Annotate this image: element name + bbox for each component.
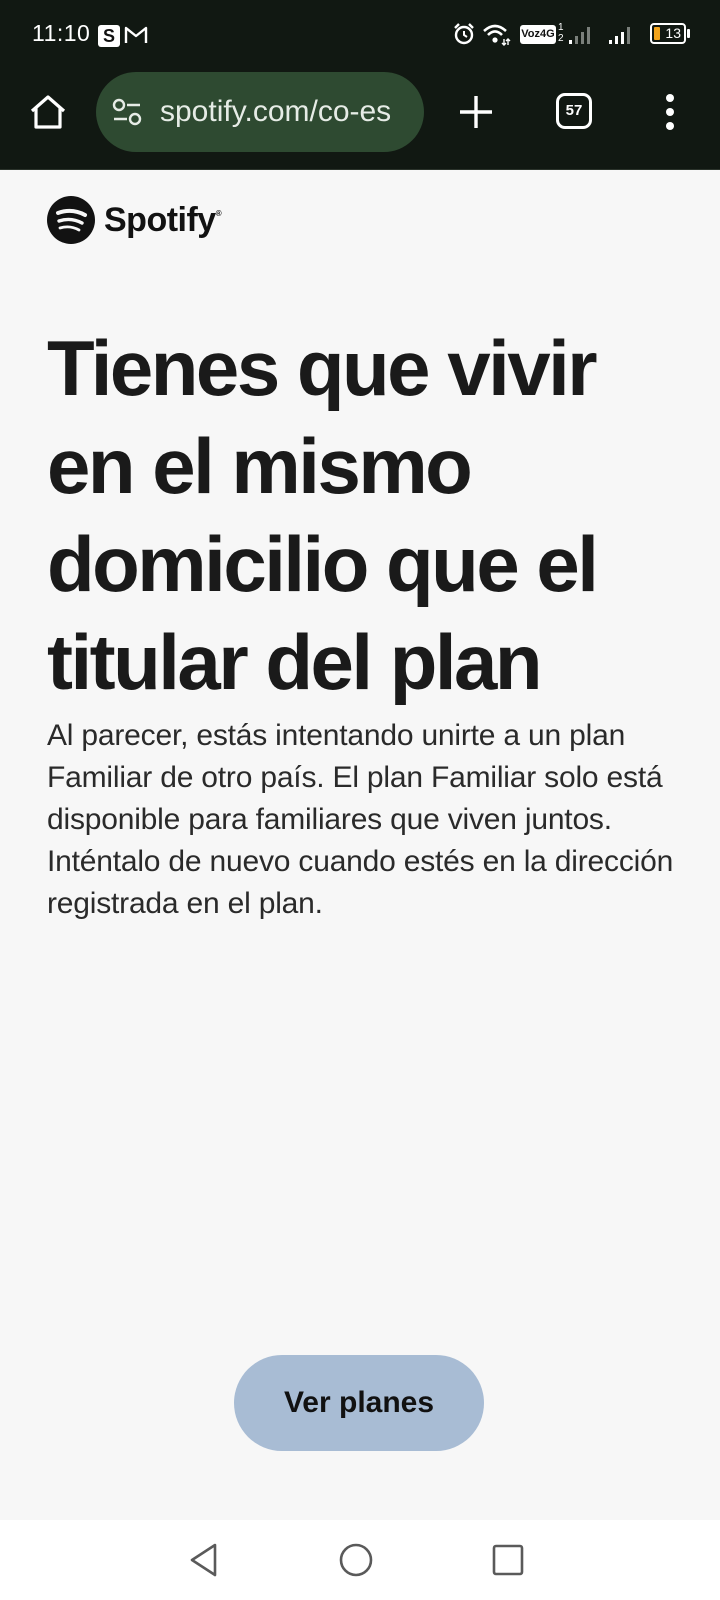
- network-badge: Voz4G: [520, 25, 556, 44]
- home-icon[interactable]: [26, 90, 70, 134]
- status-bar: 11:10 S Voz4G 12 13: [0, 0, 720, 70]
- site-settings-icon[interactable]: [112, 98, 142, 126]
- browser-chrome: 11:10 S Voz4G 12 13 spotify.com/co-es 57: [0, 0, 720, 170]
- signal-icon: [609, 27, 630, 44]
- gmail-icon: [124, 26, 148, 43]
- battery-tip: [687, 29, 690, 38]
- wifi-icon: [483, 24, 511, 46]
- battery-level: 13: [665, 25, 681, 41]
- status-time: 11:10: [32, 20, 91, 46]
- page-content: Spotify® Tienes que vivir en el mismo do…: [0, 169, 720, 1519]
- browser-toolbar: spotify.com/co-es 57: [0, 70, 720, 169]
- alarm-icon: [454, 23, 474, 45]
- more-menu-icon[interactable]: [656, 92, 684, 132]
- url-text[interactable]: spotify.com/co-es: [160, 72, 414, 152]
- battery-fill: [654, 27, 660, 40]
- recents-square-icon[interactable]: [488, 1540, 528, 1580]
- page-title: Tienes que vivir en el mismo domicilio q…: [47, 324, 599, 706]
- address-bar[interactable]: spotify.com/co-es: [96, 72, 424, 152]
- tab-switcher-button[interactable]: 57: [556, 93, 592, 129]
- home-circle-icon[interactable]: [336, 1540, 376, 1580]
- brand-name: Spotify®: [104, 201, 222, 239]
- system-nav-bar: [0, 1520, 720, 1600]
- s-app-icon: S: [98, 25, 120, 47]
- spotify-logo-icon: [47, 196, 95, 244]
- signal-weak-icon: [569, 27, 590, 44]
- back-triangle-icon[interactable]: [184, 1540, 224, 1580]
- new-tab-icon[interactable]: [456, 92, 496, 132]
- battery-icon: 13: [650, 23, 686, 44]
- view-plans-button[interactable]: Ver planes: [234, 1355, 484, 1451]
- page-description: Al parecer, estás intentando unirte a un…: [47, 719, 674, 920]
- tab-count: 57: [565, 102, 583, 119]
- network-sim-label: 12: [558, 22, 564, 44]
